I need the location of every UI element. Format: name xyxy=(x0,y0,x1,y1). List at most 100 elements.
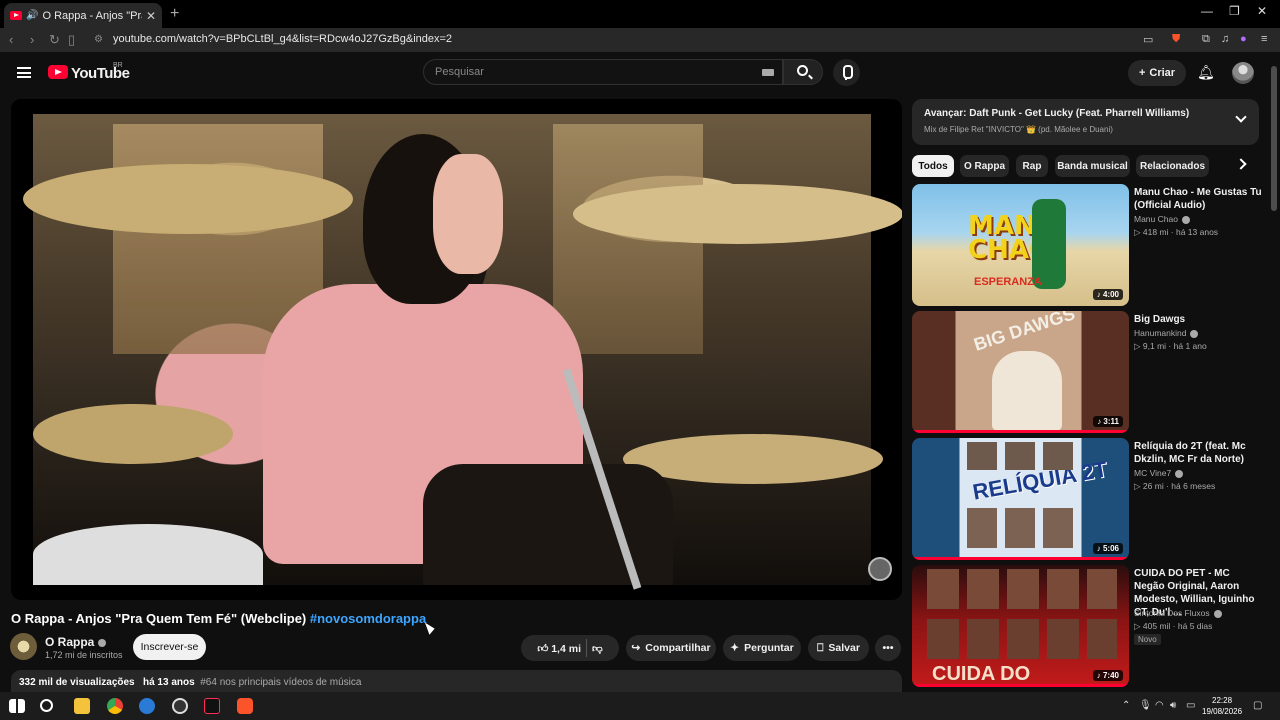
thumbnail-art: CUIDA DO xyxy=(932,663,1031,685)
video-player[interactable] xyxy=(11,99,902,600)
channel-name[interactable]: O Rappa xyxy=(45,635,107,649)
video-thumbnail[interactable]: RELÍQUIA 2T ♪ 5:06 xyxy=(912,438,1129,560)
search-placeholder: Pesquisar xyxy=(435,66,484,78)
windows-start-icon[interactable] xyxy=(9,699,25,713)
notification-center-icon[interactable]: ▢ xyxy=(1253,700,1262,711)
browser-tab[interactable]: 🔊 O Rappa - Anjos "Pra Quem Tem Fé" (Web… xyxy=(4,3,162,28)
restore-icon[interactable]: ❐ xyxy=(1229,4,1240,18)
channel-name[interactable]: Manu Chao xyxy=(1134,214,1190,224)
app-icon[interactable] xyxy=(139,698,155,714)
description-box[interactable]: 332 mil de visualizações há 13 anos #64 … xyxy=(11,670,902,694)
channel-name-text[interactable]: Hanumankind xyxy=(1134,328,1186,338)
thumbs-down-icon[interactable]: 👎︎ xyxy=(592,642,603,655)
system-clock[interactable]: 22:28 19/08/2026 xyxy=(1202,695,1242,717)
brave-shield-icon[interactable]: ⛊ xyxy=(1172,33,1180,46)
menu-icon[interactable]: ≡ xyxy=(1261,33,1267,45)
scrollbar-thumb[interactable] xyxy=(1271,66,1277,211)
bookmark-icon[interactable]: ▯ xyxy=(68,32,75,48)
hamburger-menu-icon[interactable] xyxy=(17,67,31,78)
chip-todos[interactable]: Todos xyxy=(912,155,954,177)
brave-icon[interactable] xyxy=(237,698,253,714)
search-input[interactable]: Pesquisar xyxy=(423,59,783,85)
chart-rank[interactable]: #64 nos principais vídeos de música xyxy=(200,677,361,688)
keyboard-icon[interactable] xyxy=(762,69,774,76)
search-button[interactable] xyxy=(783,59,823,85)
close-window-icon[interactable]: ✕ xyxy=(1257,4,1267,18)
like-button[interactable]: 👍︎ 1,4 mi xyxy=(537,642,581,655)
video-title[interactable]: Big Dawgs xyxy=(1134,313,1262,326)
chrome-icon[interactable] xyxy=(107,698,123,714)
video-thumbnail[interactable]: CUIDA DO ♪ 7:40 xyxy=(912,565,1129,687)
voice-search-icon[interactable] xyxy=(833,59,860,86)
video-meta-text: 9,1 mi · há 1 ano xyxy=(1142,341,1207,351)
youtube-logo-icon[interactable] xyxy=(48,65,68,79)
up-next-subtitle: Mix de Filipe Ret "INVICTO" 👑 (pd. Mãole… xyxy=(924,125,1113,134)
wifi-icon[interactable]: ◠ xyxy=(1155,700,1164,711)
ask-button[interactable]: ✦ Perguntar xyxy=(723,635,801,661)
create-button[interactable]: + Criar xyxy=(1128,60,1186,86)
music-note-icon: ♪ xyxy=(1096,671,1101,680)
reload-icon[interactable]: ↻ xyxy=(49,32,60,48)
site-settings-icon[interactable]: ⚙ xyxy=(94,34,103,45)
hashtag-link[interactable]: #novosomdorappa xyxy=(310,611,426,626)
extensions-icon[interactable]: ⧉ xyxy=(1202,33,1210,46)
duration-badge: ♪ 3:11 xyxy=(1093,416,1123,427)
chip-o-rappa[interactable]: O Rappa xyxy=(960,155,1009,177)
microphone-icon[interactable]: 🎙︎ xyxy=(1139,700,1152,711)
chip-banda-musical[interactable]: Banda musical xyxy=(1055,155,1130,177)
video-title[interactable]: Relíquia do 2T (feat. Mc Dkzlin, MC Fr d… xyxy=(1134,440,1262,466)
back-icon[interactable]: ‹ xyxy=(9,32,13,47)
new-tab-icon[interactable]: + xyxy=(170,5,179,23)
country-code: BR xyxy=(113,62,123,69)
channel-name-text[interactable]: O Rappa xyxy=(45,635,94,649)
cymbal xyxy=(23,164,353,234)
user-avatar[interactable] xyxy=(1232,62,1254,84)
leo-icon[interactable]: ● xyxy=(1240,33,1247,45)
thumbnail-art: BIG DAWGS xyxy=(971,311,1078,355)
recommended-video[interactable]: CUIDA DO ♪ 7:40 CUIDA DO PET - MC Negão … xyxy=(912,565,1262,687)
channel-name[interactable]: Hanumankind xyxy=(1134,328,1199,338)
channel-name-text[interactable]: MC Vine7 xyxy=(1134,468,1171,478)
chip-relacionados[interactable]: Relacionados xyxy=(1136,155,1209,177)
app-icon[interactable] xyxy=(172,698,188,714)
browser-tab-bar: 🔊 O Rappa - Anjos "Pra Quem Tem Fé" (Web… xyxy=(0,0,1280,28)
battery-icon[interactable]: ▭ xyxy=(1186,700,1195,711)
share-button[interactable]: ↪ Compartilhar xyxy=(626,635,716,661)
recommended-video[interactable]: BIG DAWGS ♪ 3:11 Big Dawgs Hanumankind ▷… xyxy=(912,311,1262,433)
youtube-favicon-icon xyxy=(10,11,22,20)
chevron-right-icon[interactable] xyxy=(1235,158,1247,170)
channel-name[interactable]: Sintonia Dos Fluxos xyxy=(1134,608,1222,618)
chip-rap[interactable]: Rap xyxy=(1016,155,1048,177)
volume-icon[interactable]: 🔊︎ xyxy=(1170,700,1176,711)
notifications-bell-icon[interactable]: 🔔︎ xyxy=(1197,64,1215,81)
channel-avatar[interactable] xyxy=(10,633,37,660)
tray-expand-icon[interactable]: ⌃ xyxy=(1122,700,1130,711)
channel-name-text[interactable]: Manu Chao xyxy=(1134,214,1178,224)
channel-watermark-icon[interactable] xyxy=(868,557,892,581)
video-frame[interactable] xyxy=(23,114,902,590)
video-thumbnail[interactable]: BIG DAWGS ♪ 3:11 xyxy=(912,311,1129,433)
cast-icon[interactable]: ▭ xyxy=(1143,33,1153,46)
channel-name[interactable]: MC Vine7 xyxy=(1134,468,1184,478)
channel-name-text[interactable]: Sintonia Dos Fluxos xyxy=(1134,608,1210,618)
recommended-video[interactable]: MANU CHAO ESPERANZA ♪ 4:00 Manu Chao - Me… xyxy=(912,184,1262,306)
subscribe-button[interactable]: Inscrever-se xyxy=(133,634,206,660)
forward-icon[interactable]: › xyxy=(30,32,34,47)
url-field[interactable]: youtube.com/watch?v=BPbCLtBl_g4&list=RDc… xyxy=(113,33,452,45)
up-next-panel[interactable]: Avançar: Daft Punk - Get Lucky (Feat. Ph… xyxy=(912,99,1259,145)
file-explorer-icon[interactable] xyxy=(74,698,90,714)
search-icon[interactable] xyxy=(40,699,53,712)
media-icon[interactable]: ♫ xyxy=(1221,33,1229,45)
video-thumbnail[interactable]: MANU CHAO ESPERANZA ♪ 4:00 xyxy=(912,184,1129,306)
minimize-icon[interactable]: — xyxy=(1201,4,1213,18)
recommended-video[interactable]: RELÍQUIA 2T ♪ 5:06 Relíquia do 2T (feat.… xyxy=(912,438,1262,560)
save-button[interactable]: ⎕ Salvar xyxy=(808,635,869,661)
chevron-down-icon[interactable] xyxy=(1235,111,1247,123)
more-actions-icon[interactable]: ••• xyxy=(875,635,901,661)
verified-icon xyxy=(1190,329,1199,338)
close-tab-icon[interactable]: ✕ xyxy=(146,9,156,23)
snare-drum xyxy=(33,524,263,585)
tiktok-icon[interactable] xyxy=(204,698,220,714)
audio-playing-icon[interactable]: 🔊 xyxy=(26,10,38,21)
video-title[interactable]: Manu Chao - Me Gustas Tu (Official Audio… xyxy=(1134,186,1262,212)
